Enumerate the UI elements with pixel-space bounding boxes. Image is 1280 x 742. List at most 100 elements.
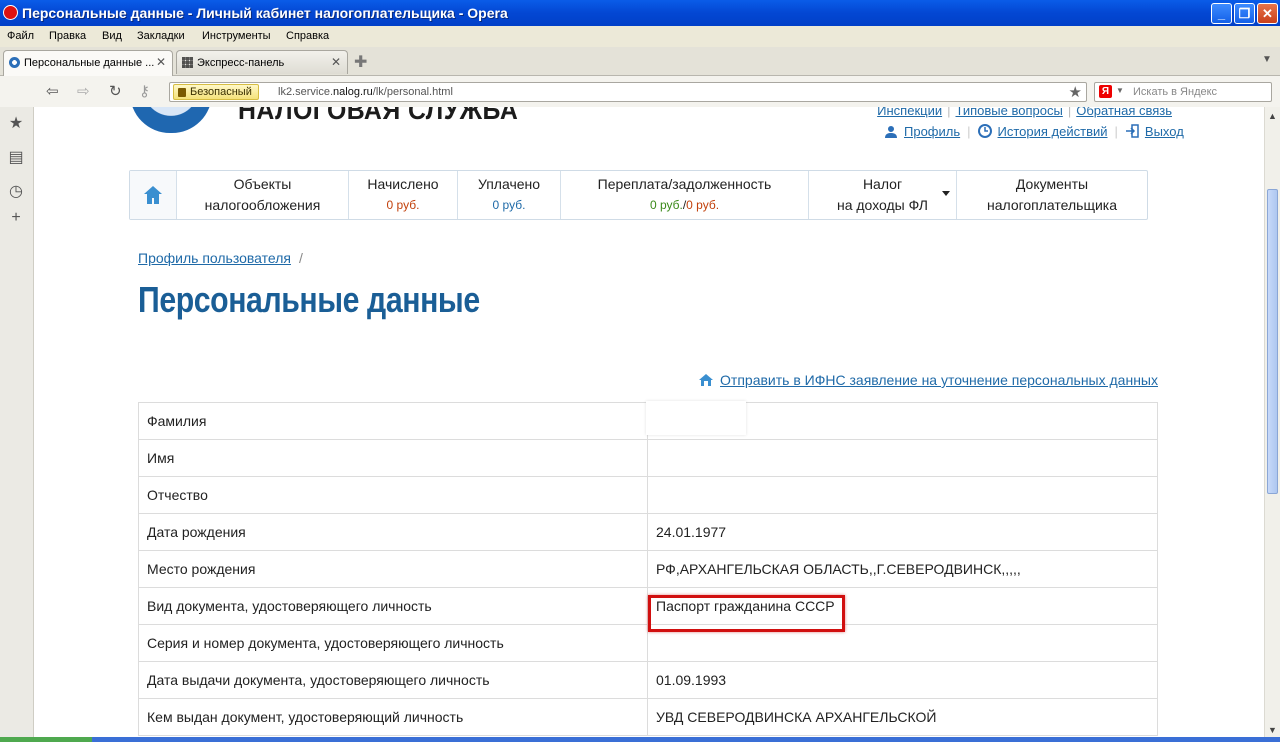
nav-income-tax[interactable]: Налог на доходы ФЛ [809,171,957,219]
menu-view[interactable]: Вид [102,30,122,42]
breadcrumb-separator: / [298,250,303,266]
nav-label: Уплачено [477,176,541,192]
search-field[interactable]: Я ▼ Искать в Яндекс [1094,82,1272,102]
redaction-patch [646,401,746,435]
nalog-favicon-icon [9,57,20,68]
table-row: Имя [138,439,1158,477]
chevron-down-icon[interactable]: ▼ [1116,86,1124,95]
home-button[interactable] [130,171,177,219]
row-label: Серия и номер документа, удостоверяющего… [138,624,648,662]
nav-label: Объекты [233,176,292,192]
row-label: Имя [138,439,648,477]
scrollbar-thumb[interactable] [1267,189,1278,494]
menu-file[interactable]: Файл [7,30,34,42]
tab-personal-data[interactable]: Персональные данные ... ✕ [3,50,173,76]
close-window-button[interactable]: ✕ [1257,3,1278,24]
user-links: Профиль | История действий | Выход [884,124,1184,139]
nav-taxpayer-documents[interactable]: Документы налогоплательщика [957,171,1147,219]
nav-paid[interactable]: Уплачено 0 руб. [458,171,561,219]
scroll-up-arrow-icon[interactable]: ▲ [1268,111,1277,121]
table-row: Место рождения РФ,АРХАНГЕЛЬСКАЯ ОБЛАСТЬ,,… [138,550,1158,588]
debt-amount: 0 руб. [686,198,720,212]
address-toolbar: ⇦ ⇨ ↻ ⚷ Безопасный lk2.service.nalog.ru/… [0,76,1280,108]
profile-icon [885,126,897,138]
bookmark-star-icon[interactable]: ★ [1069,83,1082,101]
history-link[interactable]: История действий [998,124,1108,139]
menu-tools[interactable]: Инструменты [202,30,271,42]
history-clock-icon[interactable]: ◷ [7,183,25,201]
back-arrow-icon[interactable]: ⇦ [46,82,59,100]
row-value: 24.01.1977 [647,513,1158,551]
breadcrumb: Профиль пользователя / [138,250,303,266]
row-value: 01.09.1993 [647,661,1158,699]
send-request-link[interactable]: Отправить в ИФНС заявление на уточнение … [720,372,1158,388]
table-row: Дата рождения 24.01.1977 [138,513,1158,551]
overpayment-amount: 0 руб. [649,198,683,212]
highlight-box [648,595,845,632]
row-label: Место рождения [138,550,648,588]
link-inspections[interactable]: Инспекции [877,107,942,118]
secure-badge[interactable]: Безопасный [173,84,259,100]
home-icon [144,186,162,204]
nav-accrued[interactable]: Начислено 0 руб. [349,171,458,219]
chevron-down-icon[interactable]: ▼ [1262,54,1272,65]
progress-indicator [0,737,92,742]
tab-bar: Персональные данные ... ✕ Экспресс-панел… [0,47,1280,76]
add-panel-icon[interactable]: + [7,209,25,227]
nav-label: Налог [862,176,903,192]
dropdown-caret-icon [942,191,950,196]
link-feedback[interactable]: Обратная связь [1076,107,1172,118]
link-faq[interactable]: Типовые вопросы [956,107,1063,118]
status-bar [0,737,1280,742]
logout-icon [1125,124,1139,138]
vertical-scrollbar[interactable]: ▲ ▼ [1264,107,1280,742]
new-tab-icon[interactable]: ✚ [354,52,367,72]
scroll-down-arrow-icon[interactable]: ▼ [1268,725,1277,735]
forward-arrow-icon[interactable]: ⇨ [77,82,90,100]
nav-label: Документы [1015,176,1089,192]
main-nav: Объекты налогообложения Начислено 0 руб.… [129,170,1148,220]
key-icon[interactable]: ⚷ [139,82,150,100]
profile-link[interactable]: Профиль [904,124,960,139]
secure-label: Безопасный [190,86,252,98]
url-domain: nalog.ru [333,86,373,98]
bookmarks-star-icon[interactable]: ★ [7,115,25,133]
send-request: Отправить в ИФНС заявление на уточнение … [698,372,1158,388]
restore-button[interactable]: ❐ [1234,3,1255,24]
opera-logo-icon [3,5,18,20]
browser-sidebar: ★ ▤ ◷ + [0,107,34,742]
row-label: Отчество [138,476,648,514]
address-field[interactable]: Безопасный lk2.service.nalog.ru/lk/perso… [169,82,1087,102]
nav-tax-objects[interactable]: Объекты налогообложения [177,171,349,219]
logout-link[interactable]: Выход [1145,124,1184,139]
nav-overpayment-debt[interactable]: Переплата/задолженность 0 руб./0 руб. [561,171,809,219]
paid-amount: 0 руб. [492,198,526,212]
ifns-house-icon [699,374,714,386]
menu-help[interactable]: Справка [286,30,329,42]
tab-label: Экспресс-панель [197,57,285,69]
window-titlebar: Персональные данные - Личный кабинет нал… [0,0,1280,26]
notes-icon[interactable]: ▤ [7,149,25,167]
menu-edit[interactable]: Правка [49,30,86,42]
table-row: Дата выдачи документа, удостоверяющего л… [138,661,1158,699]
search-placeholder: Искать в Яндекс [1133,86,1218,98]
nav-label: на доходы ФЛ [836,197,928,213]
row-value [647,476,1158,514]
table-row: Отчество [138,476,1158,514]
close-tab-icon[interactable]: ✕ [156,55,166,69]
fns-emblem-icon [130,107,212,133]
reload-icon[interactable]: ↻ [109,82,122,100]
tab-express-panel[interactable]: Экспресс-панель ✕ [176,50,348,74]
menu-bookmarks[interactable]: Закладки [137,30,185,42]
url-prefix: lk2.service. [278,86,334,98]
window-title: Персональные данные - Личный кабинет нал… [22,5,508,21]
breadcrumb-profile-link[interactable]: Профиль пользователя [138,250,291,266]
lock-icon [178,88,186,97]
top-links: Инспекции | Типовые вопросы | Обратная связь [877,107,1172,118]
row-value [647,439,1158,477]
close-tab-icon[interactable]: ✕ [331,55,341,69]
row-label: Вид документа, удостоверяющего личность [138,587,648,625]
minimize-button[interactable]: _ [1211,3,1232,24]
row-value: УВД СЕВЕРОДВИНСКА АРХАНГЕЛЬСКОЙ [647,698,1158,736]
tab-label: Персональные данные ... [24,57,155,69]
